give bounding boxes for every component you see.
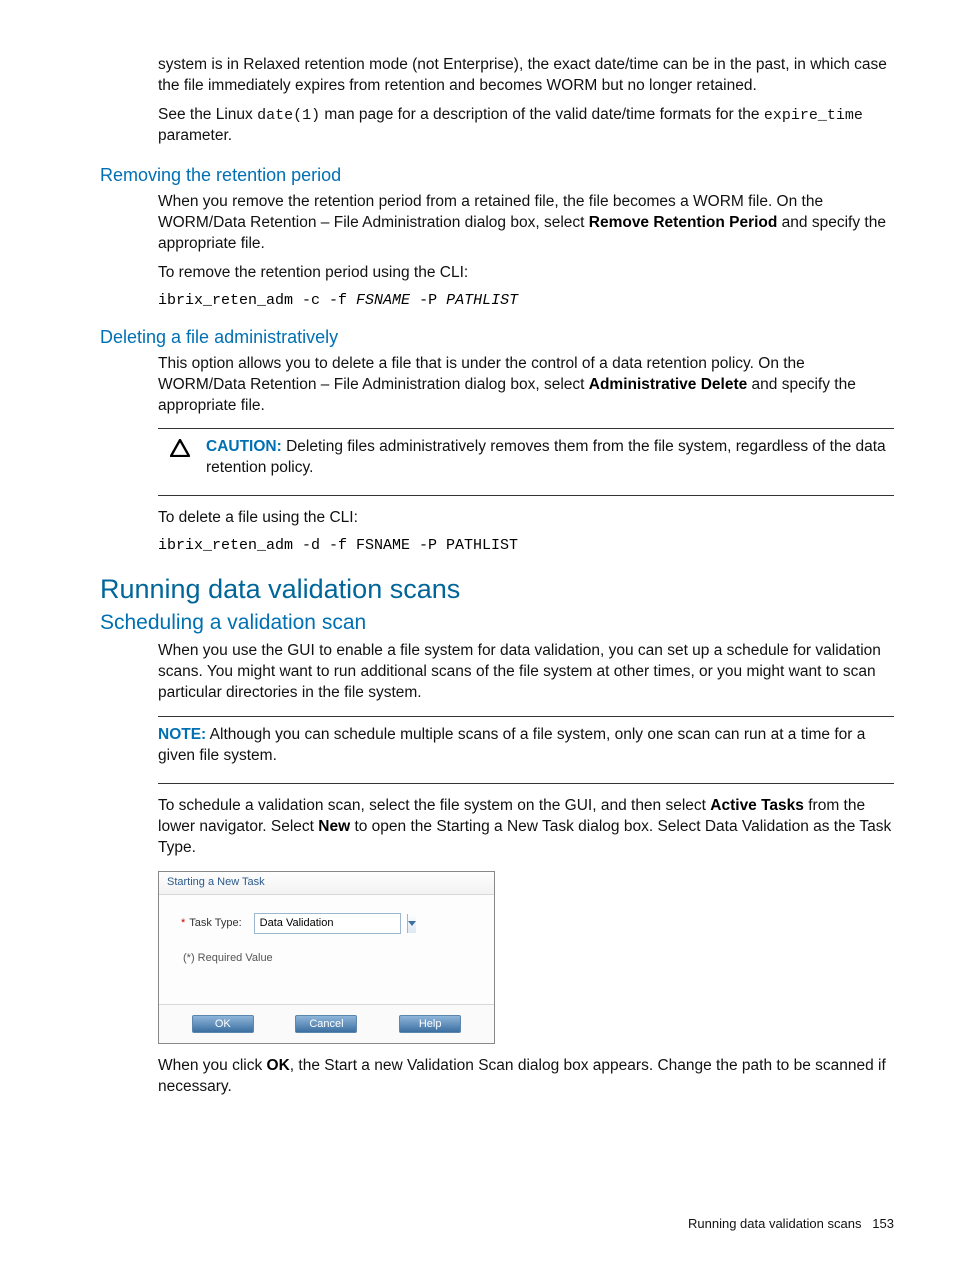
rcmd-b: -P [410,292,446,309]
starting-new-task-dialog: Starting a New Task * Task Type: (*) Requ… [158,871,495,1044]
caution-text: CAUTION: Deleting files administratively… [206,437,894,479]
sp2b2: New [318,818,350,835]
rcmd-path: PATHLIST [446,292,518,309]
task-type-input[interactable] [255,917,407,929]
removing-bold: Remove Retention Period [589,214,778,231]
cancel-button[interactable]: Cancel [295,1015,357,1033]
ok-button[interactable]: OK [192,1015,254,1033]
deleting-bold: Administrative Delete [589,376,748,393]
field-label-text: Task Type: [189,917,241,929]
intro-p2: See the Linux date(1) man page for a des… [158,105,894,147]
caution-label: CAUTION: [206,438,282,455]
intro-p2b: man page for a description of the valid … [320,106,764,123]
footer-text: Running data validation scans [688,1216,861,1231]
intro-p2a: See the Linux [158,106,257,123]
combo-dropdown-button[interactable] [407,914,416,933]
scheduling-heading: Scheduling a validation scan [100,611,894,635]
intro-p1: system is in Relaxed retention mode (not… [158,55,894,97]
sp2b1: Active Tasks [710,797,804,814]
intro-p2c: parameter. [158,127,232,144]
scheduling-p1: When you use the GUI to enable a file sy… [158,641,894,704]
dialog-title: Starting a New Task [159,872,494,895]
sp2a: To schedule a validation scan, select th… [158,797,710,814]
deleting-p1: This option allows you to delete a file … [158,354,894,417]
note-body: Although you can schedule multiple scans… [158,726,865,764]
required-star-icon: * [181,917,185,929]
caution-triangle-icon [153,437,206,461]
sp3bold: OK [267,1057,290,1074]
note-text: NOTE: Although you can schedule multiple… [158,725,894,767]
intro-code1: date(1) [257,107,320,124]
chevron-down-icon [408,921,416,926]
running-heading: Running data validation scans [100,574,894,605]
required-value-note: (*) Required Value [181,952,480,964]
page-footer: Running data validation scans 153 [688,1216,894,1231]
deleting-p2: To delete a file using the CLI: [158,508,894,529]
task-type-combo[interactable] [254,913,401,934]
note-label: NOTE: [158,726,206,743]
sp3a: When you click [158,1057,267,1074]
deleting-heading: Deleting a file administratively [100,327,894,348]
help-button[interactable]: Help [399,1015,461,1033]
scheduling-p2: To schedule a validation scan, select th… [158,796,894,859]
page-number: 153 [872,1216,894,1231]
removing-heading: Removing the retention period [100,165,894,186]
intro-code2: expire_time [764,107,863,124]
removing-p1: When you remove the retention period fro… [158,192,894,255]
scheduling-p3: When you click OK, the Start a new Valid… [158,1056,894,1098]
task-type-label: * Task Type: [181,917,242,929]
removing-cmd: ibrix_reten_adm -c -f FSNAME -P PATHLIST [158,292,894,309]
note-block: NOTE: Although you can schedule multiple… [158,716,894,784]
rcmd-a: ibrix_reten_adm -c -f [158,292,356,309]
deleting-cmd: ibrix_reten_adm -d -f FSNAME -P PATHLIST [158,537,894,554]
caution-body: Deleting files administratively removes … [206,438,886,476]
removing-p2: To remove the retention period using the… [158,263,894,284]
rcmd-fs: FSNAME [356,292,410,309]
